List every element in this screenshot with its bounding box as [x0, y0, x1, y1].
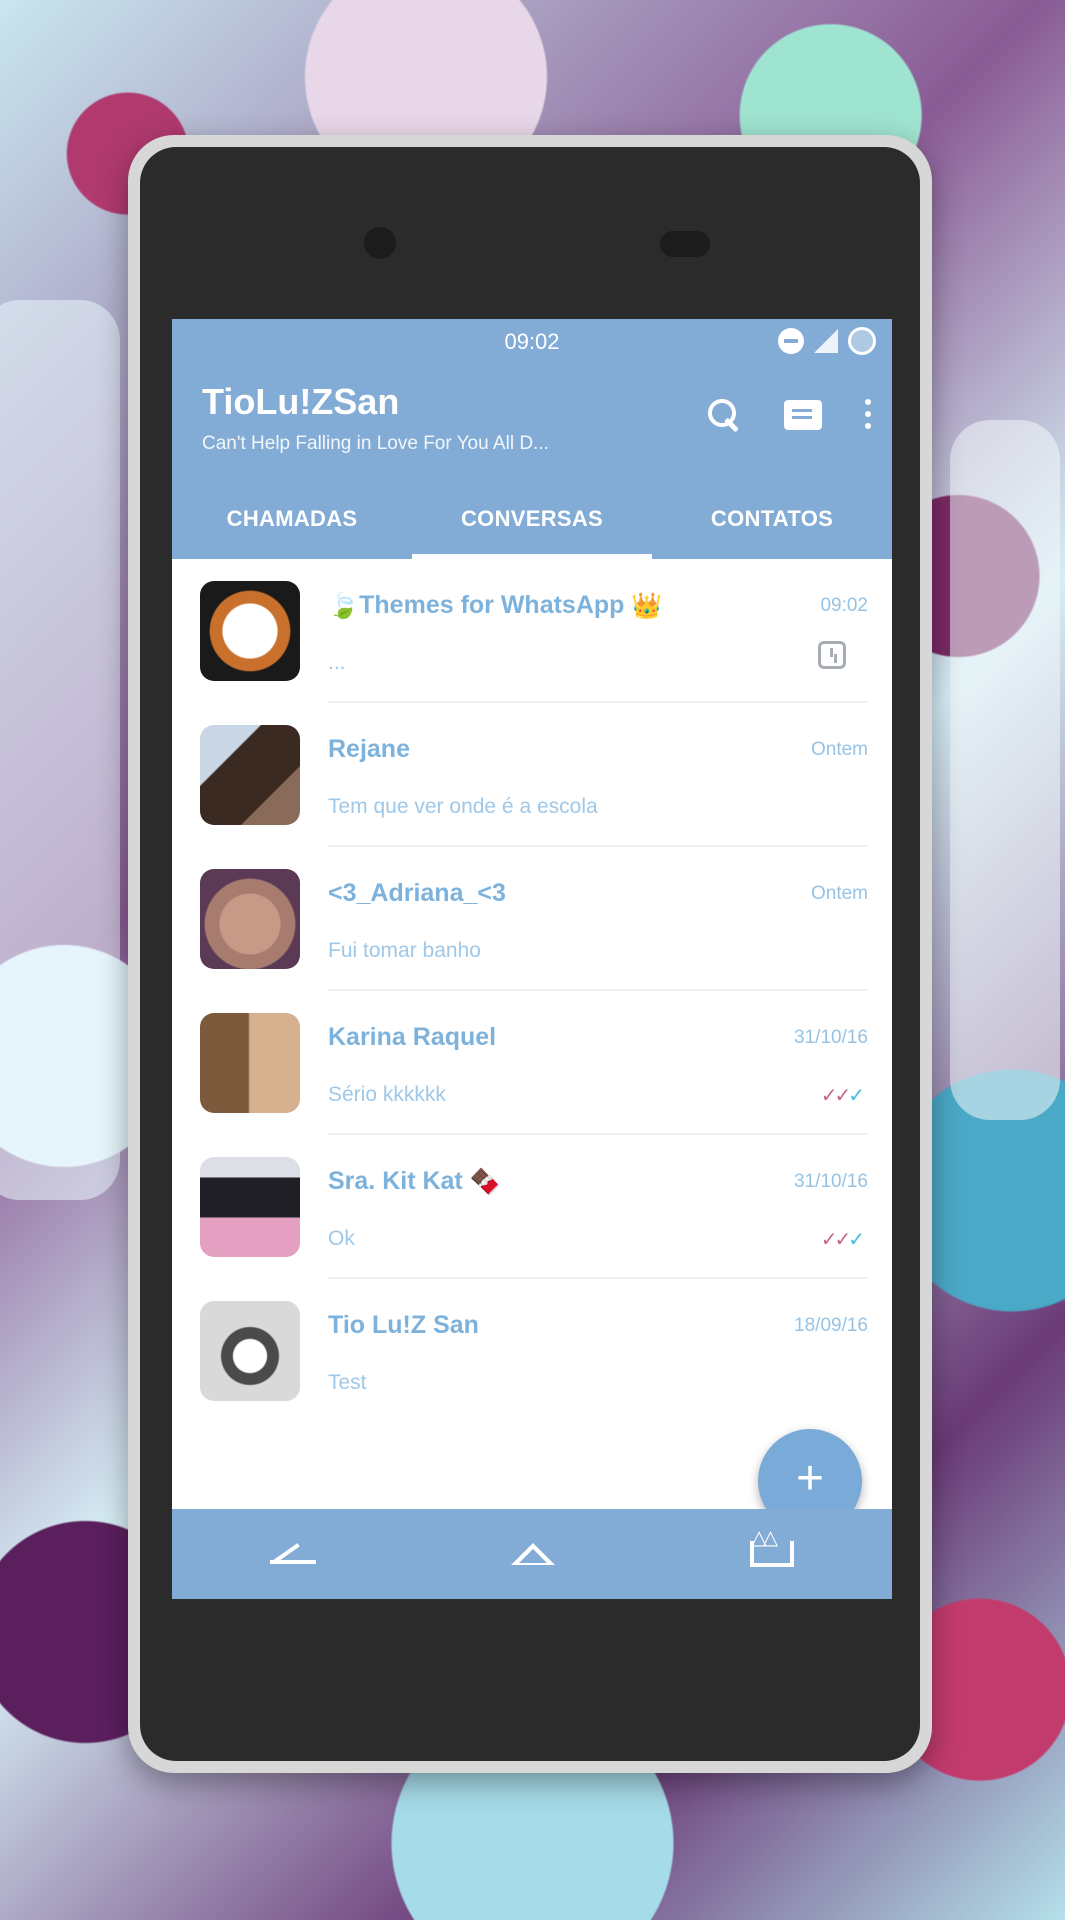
- tab-chamadas[interactable]: CHAMADAS: [172, 489, 412, 559]
- back-icon[interactable]: [269, 1544, 316, 1564]
- system-nav-bar: [172, 1509, 892, 1599]
- front-camera: [364, 227, 396, 259]
- chat-preview: Tem que ver onde é a escola: [328, 795, 598, 818]
- avatar: [200, 1301, 300, 1401]
- earpiece-speaker: [660, 231, 710, 257]
- chat-list: 🍃Themes for WhatsApp 👑 09:02 ... Rejane …: [172, 559, 892, 1423]
- tab-contatos[interactable]: CONTATOS: [652, 489, 892, 559]
- chat-time: Ontem: [810, 739, 868, 760]
- phone-body: 09:02 TioLu!ZSan Can't Help Falling in L…: [140, 147, 920, 1761]
- home-icon[interactable]: [510, 1543, 555, 1565]
- avatar: [200, 1157, 300, 1257]
- chat-row[interactable]: 🍃Themes for WhatsApp 👑 09:02 ...: [172, 559, 892, 703]
- avatar: [200, 1013, 300, 1113]
- clock-icon: [818, 641, 846, 669]
- tab-conversas[interactable]: CONVERSAS: [412, 489, 652, 559]
- avatar: [200, 581, 300, 681]
- chat-preview: Ok: [328, 1227, 355, 1250]
- phone-frame: 09:02 TioLu!ZSan Can't Help Falling in L…: [128, 135, 932, 1773]
- chat-time: 09:02: [820, 595, 868, 616]
- chat-row[interactable]: Rejane Ontem Tem que ver onde é a escola: [172, 703, 892, 847]
- chat-preview: Test: [328, 1371, 367, 1394]
- more-options-icon[interactable]: [864, 398, 872, 432]
- app-screen: 09:02 TioLu!ZSan Can't Help Falling in L…: [172, 319, 892, 1599]
- chat-name: 🍃Themes for WhatsApp 👑: [328, 591, 663, 620]
- chat-name: Tio Lu!Z San: [328, 1311, 479, 1339]
- signal-icon: [814, 329, 838, 353]
- chat-name: Sra. Kit Kat 🍫: [328, 1167, 501, 1196]
- tab-bar: CHAMADAS CONVERSAS CONTATOS: [172, 489, 892, 559]
- avatar: [200, 725, 300, 825]
- double-check-icon: ✓✓✓: [820, 1229, 865, 1251]
- app-header: 09:02 TioLu!ZSan Can't Help Falling in L…: [172, 319, 892, 559]
- chat-name: Rejane: [328, 735, 410, 763]
- header-actions: [706, 397, 872, 433]
- chat-row[interactable]: Tio Lu!Z San 18/09/16 Test: [172, 1279, 892, 1423]
- battery-icon: [848, 327, 876, 355]
- background-art: [0, 300, 120, 1200]
- chat-name: Karina Raquel: [328, 1023, 497, 1051]
- profile-name[interactable]: TioLu!ZSan: [202, 381, 399, 423]
- chat-time: Ontem: [810, 883, 868, 904]
- chat-row[interactable]: Karina Raquel 31/10/16 Sério kkkkkk ✓✓✓: [172, 991, 892, 1135]
- new-chat-icon[interactable]: [784, 400, 822, 430]
- double-check-icon: ✓✓✓: [820, 1085, 865, 1107]
- background-art: [950, 420, 1060, 1120]
- do-not-disturb-icon: [778, 328, 804, 354]
- chat-row[interactable]: <3_Adriana_<3 Ontem Fui tomar banho: [172, 847, 892, 991]
- search-icon[interactable]: [706, 397, 742, 433]
- status-icons: [778, 327, 876, 355]
- crown-recents-icon[interactable]: [750, 1525, 795, 1567]
- chat-name: <3_Adriana_<3: [328, 879, 506, 907]
- chocolate-emoji: 🍫: [469, 1167, 501, 1196]
- chat-row[interactable]: Sra. Kit Kat 🍫 31/10/16 Ok ✓✓✓: [172, 1135, 892, 1279]
- chat-time: 31/10/16: [794, 1027, 868, 1048]
- crown-emoji: 👑: [631, 591, 663, 620]
- leaf-emoji: 🍃: [328, 591, 360, 620]
- profile-status: Can't Help Falling in Love For You All D…: [202, 433, 549, 454]
- chat-time: 31/10/16: [794, 1171, 868, 1192]
- chat-preview: Sério kkkkkk: [328, 1083, 446, 1106]
- avatar: [200, 869, 300, 969]
- chat-preview: Fui tomar banho: [328, 939, 481, 962]
- chat-time: 18/09/16: [794, 1315, 868, 1336]
- chat-preview: ...: [328, 651, 346, 674]
